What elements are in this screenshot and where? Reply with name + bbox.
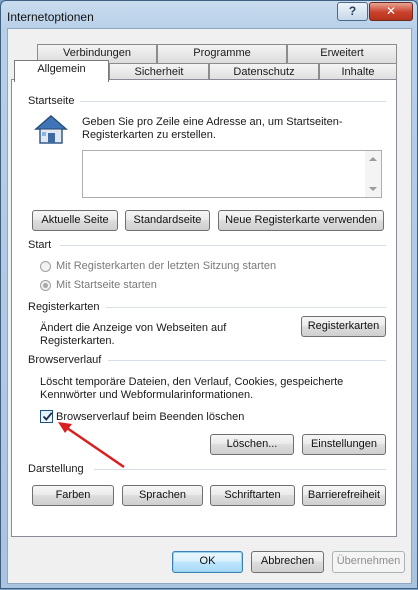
tab-programme[interactable]: Programme bbox=[157, 44, 287, 63]
homepage-address-textarea[interactable] bbox=[82, 150, 382, 198]
fonts-button[interactable]: Schriftarten bbox=[210, 485, 295, 506]
startseite-divider bbox=[80, 101, 386, 102]
delete-history-on-exit-label: Browserverlauf beim Beenden löschen bbox=[56, 411, 245, 423]
darstellung-divider bbox=[94, 469, 386, 470]
browserverlauf-description: Löscht temporäre Dateien, den Verlauf, C… bbox=[40, 376, 344, 401]
home-house-icon bbox=[33, 114, 69, 146]
history-settings-button[interactable]: Einstellungen bbox=[302, 434, 386, 455]
default-page-button[interactable]: Standardseite bbox=[125, 210, 210, 231]
window-title: Internetoptionen bbox=[7, 10, 94, 24]
accessibility-button[interactable]: Barrierefreiheit bbox=[302, 485, 386, 506]
scroll-down-arrow-icon[interactable] bbox=[369, 187, 377, 191]
title-bar[interactable]: Internetoptionen ? ✕ bbox=[1, 1, 417, 29]
checkmark-icon bbox=[42, 412, 53, 421]
browserverlauf-heading: Browserverlauf bbox=[28, 354, 106, 366]
start-divider bbox=[60, 245, 386, 246]
languages-button[interactable]: Sprachen bbox=[122, 485, 203, 506]
tab-panel-allgemein: Startseite Geben Sie pro Zeile eine Adre… bbox=[11, 79, 397, 537]
browserverlauf-divider bbox=[108, 360, 386, 361]
radio-last-session-label: Mit Registerkarten der letzten Sitzung s… bbox=[56, 260, 277, 272]
close-button[interactable]: ✕ bbox=[369, 2, 413, 21]
current-page-button[interactable]: Aktuelle Seite bbox=[32, 210, 118, 231]
radio-last-session[interactable] bbox=[40, 261, 51, 272]
radio-homepage[interactable] bbox=[40, 280, 51, 291]
homepage-scrollbar[interactable] bbox=[365, 151, 381, 197]
delete-history-on-exit-checkbox[interactable] bbox=[40, 410, 53, 423]
new-tab-page-button[interactable]: Neue Registerkarte verwenden bbox=[218, 210, 384, 231]
cancel-button[interactable]: Abbrechen bbox=[251, 551, 324, 573]
apply-button[interactable]: Übernehmen bbox=[332, 551, 405, 573]
radio-homepage-label: Mit Startseite starten bbox=[56, 279, 157, 291]
tabs-settings-button[interactable]: Registerkarten bbox=[301, 316, 386, 337]
ok-button[interactable]: OK bbox=[172, 551, 243, 573]
registerkarten-heading: Registerkarten bbox=[28, 301, 104, 313]
start-heading: Start bbox=[28, 239, 56, 251]
tab-allgemein[interactable]: Allgemein bbox=[14, 60, 109, 82]
startseite-heading: Startseite bbox=[28, 95, 79, 107]
registerkarten-description: Ändert die Anzeige von Webseiten auf Reg… bbox=[40, 322, 227, 347]
startseite-description: Geben Sie pro Zeile eine Adresse an, um … bbox=[82, 116, 343, 141]
colors-button[interactable]: Farben bbox=[32, 485, 114, 506]
darstellung-heading: Darstellung bbox=[28, 463, 88, 475]
delete-history-button[interactable]: Löschen... bbox=[210, 434, 294, 455]
internet-options-window: Internetoptionen ? ✕ Verbindungen Progra… bbox=[0, 0, 418, 589]
registerkarten-divider bbox=[106, 307, 386, 308]
tab-erweitert[interactable]: Erweitert bbox=[287, 44, 397, 63]
scroll-up-arrow-icon[interactable] bbox=[369, 157, 377, 161]
help-button[interactable]: ? bbox=[337, 2, 368, 21]
